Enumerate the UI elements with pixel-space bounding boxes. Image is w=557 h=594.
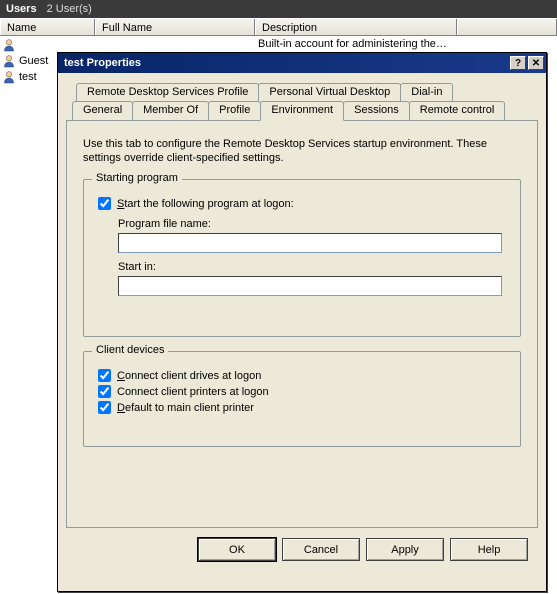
user-count: 2 User(s)	[47, 0, 92, 18]
group-legend: Client devices	[92, 344, 168, 356]
app-titlebar: Users 2 User(s)	[0, 0, 557, 18]
cancel-button[interactable]: Cancel	[282, 538, 360, 561]
checkbox-default-printer[interactable]	[98, 401, 111, 414]
tab-strip: Remote Desktop Services Profile Personal…	[66, 83, 538, 528]
dialog-body: Remote Desktop Services Profile Personal…	[58, 73, 546, 569]
input-start-in[interactable]	[118, 276, 502, 296]
tab-general[interactable]: General	[72, 101, 133, 120]
user-icon	[2, 38, 16, 52]
user-list: Built-in account for administering the… …	[0, 36, 557, 592]
checkbox-default-printer-label: Default to main client printer	[117, 402, 254, 414]
checkbox-start-program-label: Start the following program at logon:	[117, 198, 294, 210]
checkbox-connect-printers[interactable]	[98, 385, 111, 398]
row-label-test: test	[19, 71, 37, 83]
row-label-guest: Guest	[19, 55, 48, 67]
group-legend: Starting program	[92, 172, 182, 184]
user-icon	[2, 54, 16, 68]
user-icon	[2, 70, 16, 84]
label-start-in: Start in:	[118, 261, 506, 273]
tab-panel-environment: Use this tab to configure the Remote Des…	[66, 120, 538, 528]
checkbox-connect-printers-label: Connect client printers at logon	[117, 386, 269, 398]
app-title: Users	[6, 0, 37, 18]
tab-dialin[interactable]: Dial-in	[400, 83, 453, 101]
input-program-file[interactable]	[118, 233, 502, 253]
tab-environment[interactable]: Environment	[260, 101, 344, 121]
list-item[interactable]	[2, 37, 16, 53]
close-button[interactable]: ✕	[528, 56, 544, 70]
group-starting-program: Starting program Start the following pro…	[83, 179, 521, 337]
column-fullname[interactable]: Full Name	[95, 19, 255, 35]
help-button-bottom[interactable]: Help	[450, 538, 528, 561]
column-name[interactable]: Name	[0, 19, 95, 35]
tab-remote-control[interactable]: Remote control	[409, 101, 506, 120]
properties-dialog: test Properties ? ✕ Remote Desktop Servi…	[57, 52, 547, 592]
column-description[interactable]: Description	[255, 19, 457, 35]
question-icon: ?	[515, 58, 521, 69]
checkbox-start-program[interactable]	[98, 197, 111, 210]
dialog-button-row: OK Cancel Apply Help	[66, 528, 538, 561]
tab-profile[interactable]: Profile	[208, 101, 261, 120]
ok-button[interactable]: OK	[198, 538, 276, 561]
column-trailing	[457, 19, 557, 35]
checkbox-connect-drives[interactable]	[98, 369, 111, 382]
group-client-devices: Client devices Connect client drives at …	[83, 351, 521, 447]
close-icon: ✕	[532, 58, 540, 69]
intro-text: Use this tab to configure the Remote Des…	[83, 137, 521, 165]
apply-button[interactable]: Apply	[366, 538, 444, 561]
label-program-file: Program file name:	[118, 218, 506, 230]
checkbox-connect-drives-label: Connect client drives at logon	[117, 370, 261, 382]
column-headers: Name Full Name Description	[0, 18, 557, 36]
row-builtin-desc: Built-in account for administering the…	[258, 38, 447, 50]
dialog-titlebar[interactable]: test Properties ? ✕	[58, 53, 546, 73]
list-item[interactable]: test	[2, 69, 37, 85]
tab-personal-virtual-desktop[interactable]: Personal Virtual Desktop	[258, 83, 401, 101]
help-button[interactable]: ?	[510, 56, 526, 70]
dialog-title: test Properties	[64, 57, 141, 69]
list-item[interactable]: Guest	[2, 53, 48, 69]
tab-sessions[interactable]: Sessions	[343, 101, 410, 120]
tab-rds-profile[interactable]: Remote Desktop Services Profile	[76, 83, 259, 101]
tab-member-of[interactable]: Member Of	[132, 101, 209, 120]
